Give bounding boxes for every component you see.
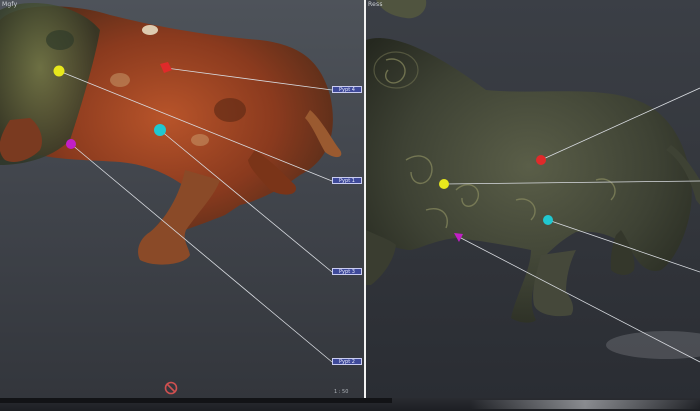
marker-yellow-right[interactable] [439, 179, 449, 189]
bar-highlight [470, 400, 700, 409]
marker-yellow-left[interactable] [53, 65, 65, 77]
left-viewport-title: Mgfy [2, 1, 18, 8]
marker-magenta-left[interactable] [66, 139, 76, 149]
left-viewport[interactable]: Mgfy Pypt 4 Pypt 1 Pypt 3 Pypt 2 1 : 50 [0, 0, 364, 398]
bottom-status-bar [0, 398, 700, 411]
right-viewport[interactable]: Ress [366, 0, 700, 398]
right-viewport-title: Ress [368, 1, 383, 8]
no-entry-icon[interactable] [164, 381, 178, 395]
bronze-ox-model-right [366, 0, 700, 323]
scale-label: 1 : 50 [334, 389, 349, 395]
pick-tag-3[interactable]: Pypt 3 [332, 268, 362, 275]
pick-tag-1[interactable]: Pypt 4 [332, 86, 362, 93]
horizontal-scrollbar[interactable] [0, 398, 392, 403]
pick-tag-2[interactable]: Pypt 1 [332, 177, 362, 184]
marker-cyan-left[interactable] [154, 124, 166, 136]
marker-cyan-right[interactable] [543, 215, 553, 225]
bronze-ox-model-left [0, 2, 342, 265]
right-model-scene[interactable] [366, 0, 700, 398]
pick-tag-4[interactable]: Pypt 2 [332, 358, 362, 365]
marker-red-right[interactable] [536, 155, 546, 165]
left-model-scene[interactable] [0, 0, 364, 398]
